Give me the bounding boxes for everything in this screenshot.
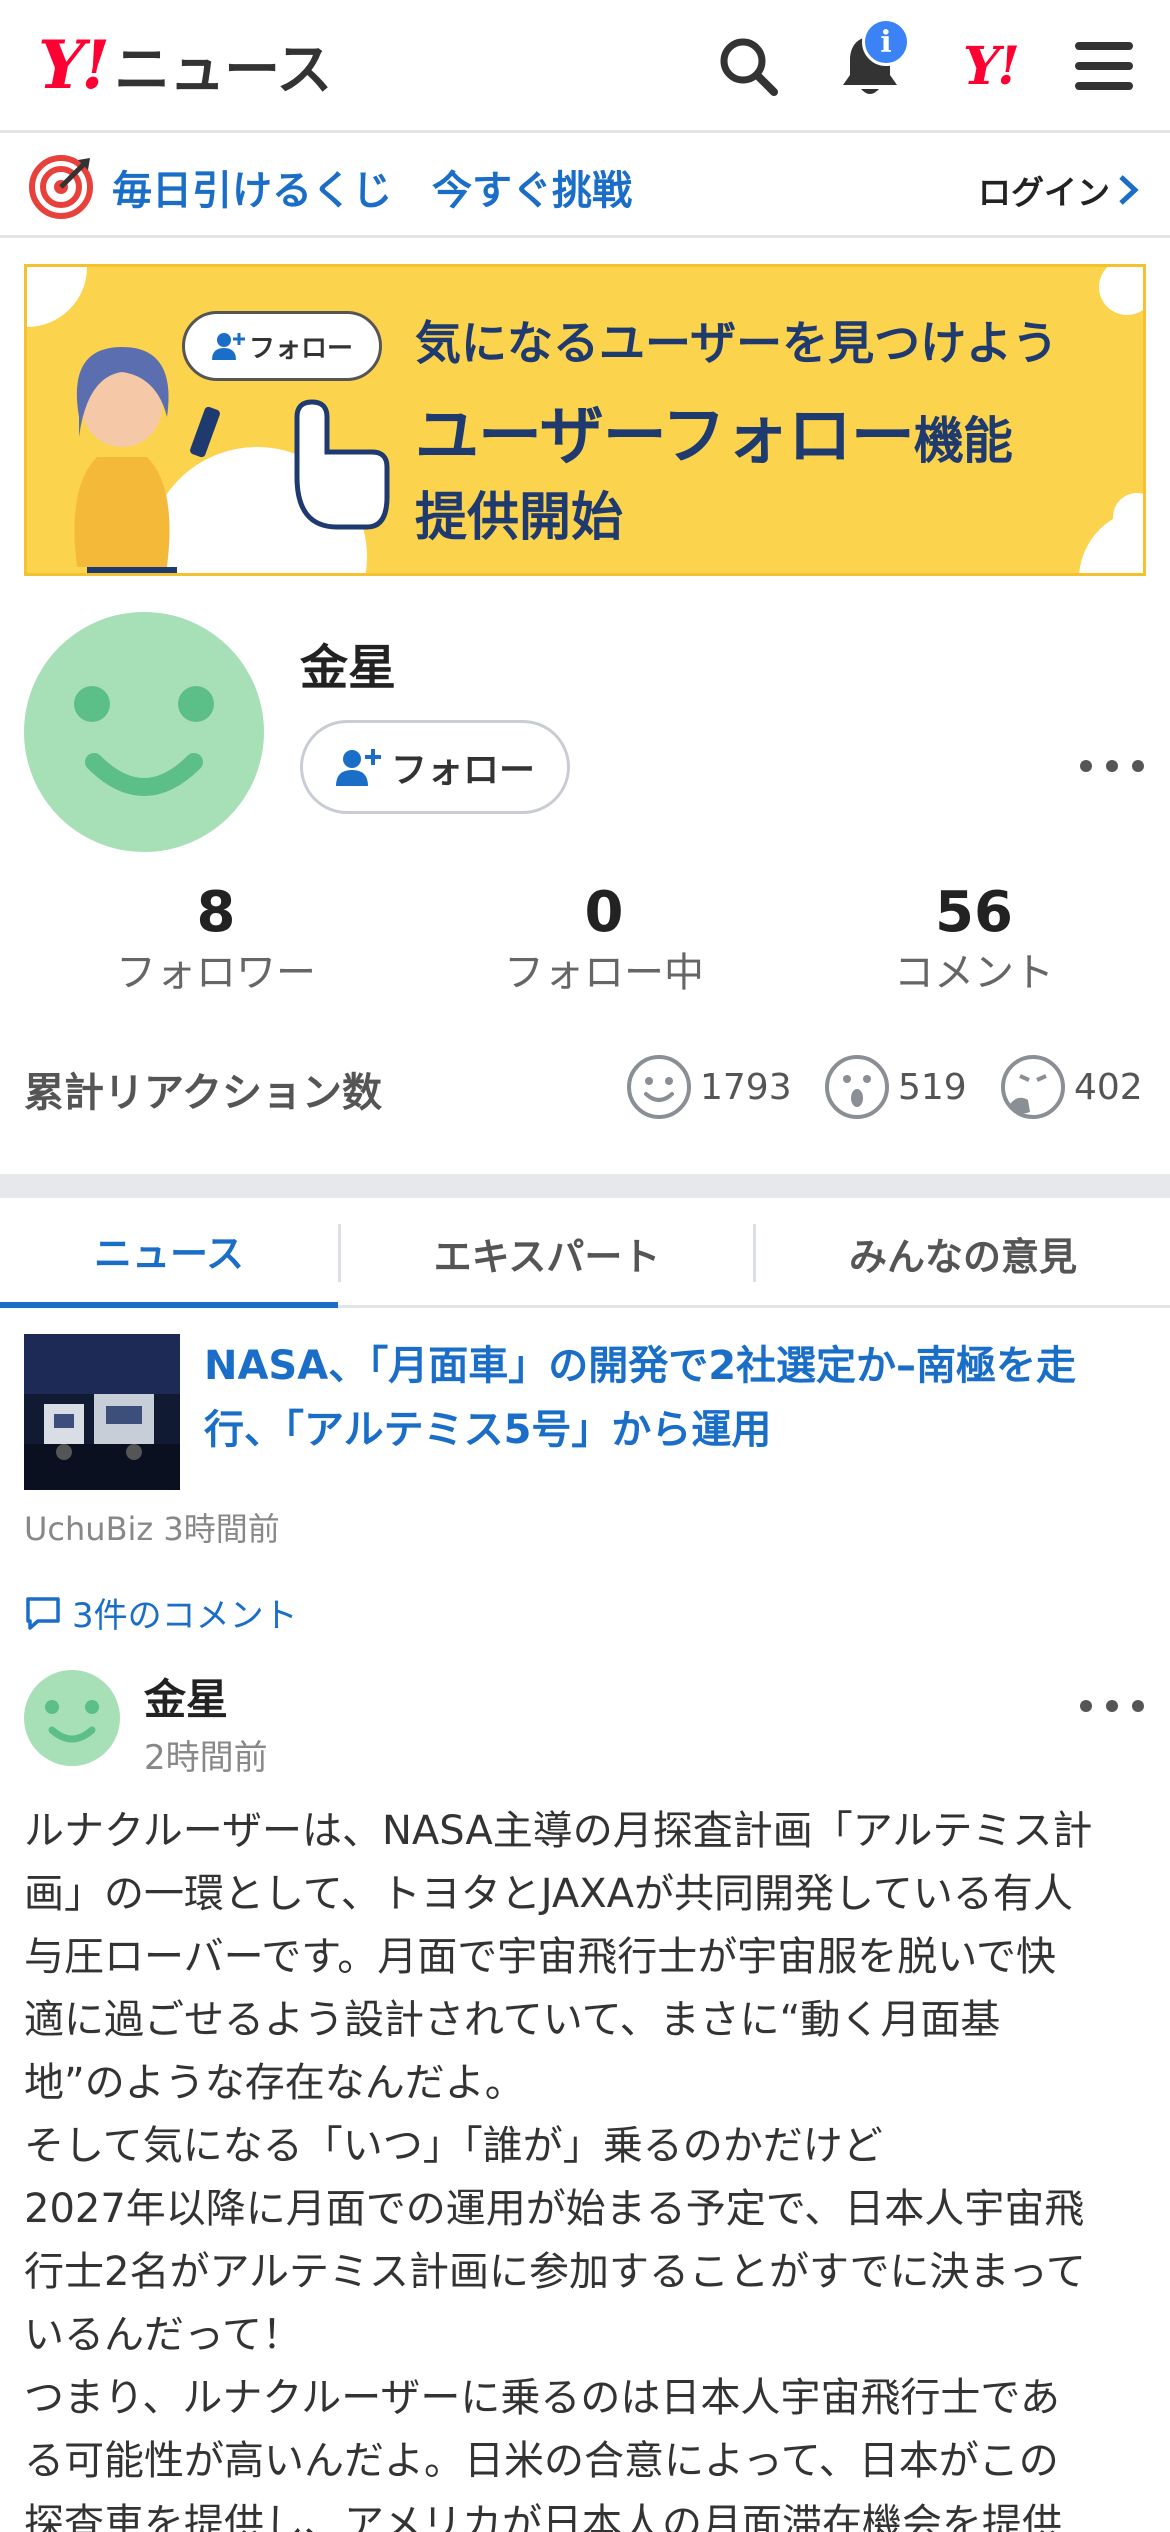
comment-line: 行士2名がアルテミス計画に参加することがすでに決まって (24, 2249, 1086, 2295)
tab-opinions[interactable]: みんなの意見 (756, 1198, 1170, 1308)
profile-stats: 8 フォロワー 0 フォロー中 56 コメント (0, 880, 1170, 1010)
comment-timestamp: 2時間前 (144, 1738, 268, 1778)
comment-line: 与圧ローバーです。月面で宇宙飛行士が宇宙服を脱いで快 (24, 1934, 1056, 1980)
profile-more-menu-icon[interactable] (1080, 756, 1144, 776)
comment-line: ルナクルーザーは、NASA主導の月探査計画「アルテミス計 (24, 1808, 1093, 1854)
banner-follow-chip: フォロー (182, 311, 382, 381)
follow-button[interactable]: フォロー (300, 720, 570, 814)
comment-more-menu-icon[interactable] (1080, 1696, 1144, 1716)
login-link[interactable]: ログイン (978, 166, 1140, 214)
menu-icon[interactable] (1068, 30, 1140, 102)
search-icon[interactable] (712, 30, 784, 102)
banner-feature-suffix: 機能 (913, 412, 1013, 470)
comment-line: 2027年以降に月面での運用が始まる予定で、日本人宇宙飛 (24, 2186, 1085, 2232)
reaction-smile: 1793 (626, 1054, 792, 1120)
promo-text[interactable]: 毎日引けるくじ 今すぐ挑戦 (112, 158, 632, 216)
reactions-title: 累計リアクション数 (24, 1070, 382, 1116)
notification-badge: i (862, 18, 910, 66)
following-count: 0 (584, 880, 624, 945)
comment-line: 画」の一環として、トヨタとJAXAが共同開発している有人 (24, 1871, 1073, 1917)
content-tabs: ニュース エキスパート みんなの意見 (0, 1198, 1170, 1308)
thinking-count: 402 (1074, 1066, 1143, 1108)
banner-subtitle: 提供開始 (415, 488, 624, 548)
tab-news[interactable]: ニュース (0, 1198, 338, 1308)
reaction-surprised: 519 (824, 1054, 967, 1120)
yahoo-news-logo[interactable]: Y! ニュース (38, 26, 332, 104)
commenter-name[interactable]: 金星 (144, 1666, 228, 1727)
comment-bubble-icon (26, 1596, 60, 1630)
comment-line: 適に過ごせるよう設計されていて、まさに“動く月面基 (24, 1997, 1001, 2043)
comments-link-label: 3件のコメント (72, 1596, 298, 1636)
article-title-link[interactable]: NASA、「月面車」の開発で2社選定か–南極を走行、「アルテミス5号」から運用 (204, 1334, 1144, 1462)
following-label: フォロー中 (504, 950, 704, 996)
banner-follow-label: フォロー (248, 333, 353, 364)
article-thumbnail[interactable] (24, 1334, 180, 1490)
followers-count: 8 (196, 880, 236, 945)
smiley-avatar-icon (74, 686, 214, 796)
add-user-icon (335, 749, 381, 786)
app-header: Y! ニュース i Y! (0, 0, 1170, 133)
yahoo-mark: Y! (963, 35, 1020, 97)
smile-count: 1793 (700, 1066, 792, 1108)
banner-feature-main: ユーザーフォロー (415, 400, 915, 474)
surprised-reaction-icon (825, 1055, 889, 1119)
smile-reaction-icon (627, 1055, 691, 1119)
banner-feature-title: ユーザーフォロー機能 (415, 385, 1013, 477)
comment-line: 探査車を提供し、アメリカが日本人の月面滞在機会を提供 (24, 2501, 1062, 2532)
tab-expert[interactable]: エキスパート (341, 1198, 753, 1308)
reaction-thinking: 402 (1000, 1054, 1143, 1120)
yahoo-logo-mark: Y! (38, 26, 110, 104)
yahoo-home-icon[interactable]: Y! (948, 30, 1032, 102)
followers-stat[interactable]: 8 フォロワー (56, 880, 376, 1000)
following-stat[interactable]: 0 フォロー中 (444, 880, 764, 1000)
followers-label: フォロワー (116, 950, 316, 996)
article-source: UchuBiz 3時間前 (24, 1510, 280, 1548)
comments-count: 56 (935, 880, 1013, 945)
follow-button-label: フォロー (390, 750, 535, 791)
total-reactions: 累計リアクション数 1793 519 402 (0, 1050, 1170, 1130)
comments-label: コメント (894, 950, 1054, 996)
comment-body: ルナクルーザーは、NASA主導の月探査計画「アルテミス計 画」の一環として、トヨ… (24, 1800, 1146, 2532)
comment-line: つまり、ルナクルーザーに乗るのは日本人宇宙飛行士であ (24, 2375, 1060, 2421)
article-image (24, 1334, 180, 1490)
surprised-count: 519 (898, 1066, 967, 1108)
comment-line: いるんだって！ (24, 2312, 302, 2358)
smiley-avatar-icon (45, 1700, 99, 1743)
comments-stat[interactable]: 56 コメント (814, 880, 1134, 1000)
chevron-right-icon (1119, 175, 1139, 205)
user-follow-banner[interactable]: フォロー 気になるユーザーを見つけよう ユーザーフォロー機能 提供開始 (24, 264, 1146, 576)
target-icon (28, 154, 94, 220)
login-label: ログイン (978, 173, 1110, 212)
commenter-avatar[interactable] (24, 1670, 120, 1766)
thinking-reaction-icon (1001, 1055, 1065, 1119)
notification-bell-icon[interactable]: i (834, 18, 910, 102)
logo-text: ニュース (114, 37, 332, 103)
banner-headline: 気になるユーザーを見つけよう (415, 316, 1059, 370)
add-user-icon (211, 333, 245, 360)
section-divider (0, 1174, 1170, 1198)
comment-line: 地”のような存在なんだよ。 (24, 2060, 525, 2106)
profile-avatar (24, 612, 264, 852)
comment-line: る可能性が高いんだよ。日米の合意によって、日本がこの (24, 2438, 1059, 2484)
lottery-promo-bar[interactable]: 毎日引けるくじ 今すぐ挑戦 ログイン (0, 136, 1170, 238)
comments-link[interactable]: 3件のコメント (24, 1588, 298, 1637)
comment-line: そして気になる「いつ」「誰が」乗るのかだけど (24, 2123, 883, 2169)
profile-name: 金星 (300, 640, 397, 696)
